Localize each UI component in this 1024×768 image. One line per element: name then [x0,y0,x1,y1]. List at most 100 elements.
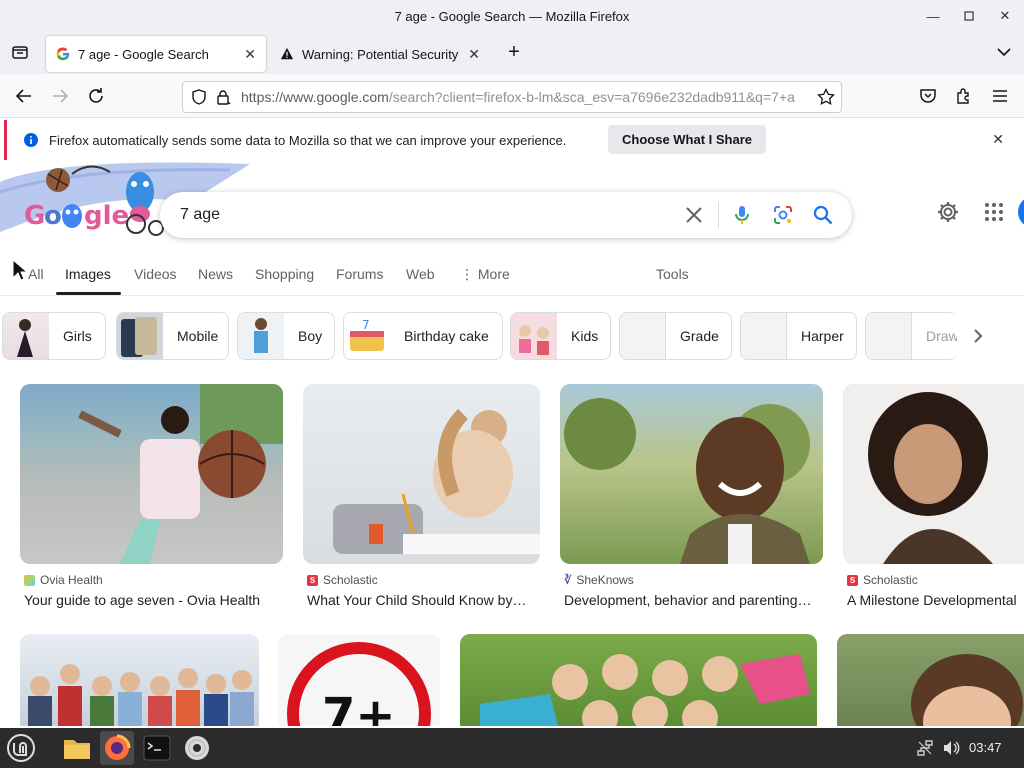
gtab-videos[interactable]: Videos [134,266,177,290]
chip-thumbnail [866,313,912,359]
image-result-card[interactable] [20,634,260,726]
url-bar[interactable]: https://www.google.com/search?client=fir… [182,81,842,113]
gtab-more[interactable]: ⋮ More [460,266,510,290]
result-source-label: Ovia Health [40,573,103,587]
extensions-icon[interactable] [952,84,976,108]
result-image[interactable]: 7+ [278,634,440,726]
chip-label: Grade [680,328,719,344]
bookmark-star-icon[interactable] [817,88,835,106]
chip-label: Girls [63,328,92,344]
chip-thumbnail [117,313,163,359]
gtab-news[interactable]: News [198,266,233,290]
image-result-card[interactable]: 7+ [278,634,440,726]
close-window-icon[interactable]: ✕ [994,5,1016,27]
mint-menu-icon[interactable] [4,731,38,765]
chip-boy[interactable]: Boy [237,312,335,360]
tab-google-search[interactable]: 7 age - Google Search ✕ [46,36,266,72]
terminal-icon[interactable] [140,731,174,765]
gtab-all[interactable]: All [28,266,44,290]
result-caption[interactable]: What Your Child Should Know by… [307,592,537,608]
tab-label: Warning: Potential Security [302,46,459,62]
voice-search-icon[interactable] [732,204,752,226]
search-box[interactable]: 7 age [160,192,852,238]
result-caption[interactable]: A Milestone Developmental [847,592,1024,608]
forward-icon[interactable] [48,84,72,108]
list-all-tabs-icon[interactable] [992,40,1016,64]
reload-icon[interactable] [84,84,108,108]
result-caption[interactable]: Development, behavior and parenting… [564,592,822,608]
back-icon[interactable] [12,84,36,108]
svg-text:gle: gle [84,201,129,231]
result-image[interactable] [20,384,283,564]
result-image[interactable] [560,384,823,564]
url-host: https://www.google.com [241,89,389,105]
scholastic-favicon-icon: S [307,574,318,586]
firefox-taskbar-icon[interactable] [100,731,134,765]
network-icon[interactable] [916,739,934,757]
chip-girls[interactable]: Girls [2,312,106,360]
google-favicon-icon [56,47,70,61]
minimize-icon[interactable]: — [922,5,944,27]
pocket-icon[interactable] [916,84,940,108]
firefox-view-icon[interactable] [8,40,32,64]
chip-birthday-cake[interactable]: 7 Birthday cake [343,312,503,360]
google-apps-icon[interactable] [984,202,1004,222]
clear-search-icon[interactable] [684,205,704,225]
result-image[interactable] [20,634,259,726]
chip-harper[interactable]: Harper [740,312,857,360]
close-tab-icon[interactable]: ✕ [468,46,480,63]
chip-draw[interactable]: Draw [865,312,957,360]
result-image[interactable] [843,384,1024,564]
sheknows-favicon-icon: ∛ [564,574,572,587]
image-result-card[interactable]: S Scholastic What Your Child Should Know … [303,384,541,614]
ovia-favicon-icon [24,574,35,586]
image-result-card[interactable]: S Scholastic A Milestone Developmental [843,384,1024,614]
result-image[interactable] [460,634,817,726]
volume-icon[interactable] [942,739,960,757]
search-submit-icon[interactable] [812,204,834,226]
svg-text:o: o [44,201,62,231]
chip-kids[interactable]: Kids [510,312,611,360]
disc-icon[interactable] [180,731,214,765]
clock[interactable]: 03:47 [969,740,1002,755]
menu-icon[interactable] [988,84,1012,108]
maximize-icon[interactable] [958,5,980,27]
close-notification-icon[interactable]: ✕ [992,131,1004,148]
result-image[interactable] [837,634,1024,726]
tracking-protection-icon[interactable] [191,89,207,105]
gtab-images[interactable]: Images [65,266,111,290]
choose-what-i-share-button[interactable]: Choose What I Share [608,125,767,154]
lock-icon[interactable] [215,89,231,105]
result-image[interactable] [303,384,540,564]
chip-label: Harper [801,328,844,344]
image-result-card[interactable] [837,634,1024,726]
warning-icon [280,47,294,61]
svg-text:G: G [24,201,45,231]
tab-label: 7 age - Google Search [78,46,209,62]
chip-label: Draw [926,328,957,344]
image-result-card[interactable]: ∛ SheKnows Development, behavior and pare… [560,384,824,614]
image-result-card[interactable] [460,634,818,726]
account-avatar[interactable] [1018,196,1024,228]
url-path: /search?client=firefox-b-lm&sca_esv=a769… [388,89,795,105]
gtab-forums[interactable]: Forums [336,266,383,290]
settings-gear-icon[interactable] [936,200,960,224]
image-result-card[interactable]: Ovia Health Your guide to age seven - Ov… [20,384,284,614]
new-tab-button[interactable]: + [502,40,526,64]
close-tab-icon[interactable]: ✕ [244,46,256,63]
chip-mobile[interactable]: Mobile [116,312,229,360]
chip-grade[interactable]: Grade [619,312,732,360]
chips-scroll-right-icon[interactable] [968,326,988,346]
result-source-label: Scholastic [863,573,918,587]
chip-label: Boy [298,328,323,344]
gtab-shopping[interactable]: Shopping [255,266,314,290]
result-caption[interactable]: Your guide to age seven - Ovia Health [24,592,282,608]
navigation-toolbar: https://www.google.com/search?client=fir… [0,74,1024,118]
search-query-text[interactable]: 7 age [180,206,220,224]
gtab-tools[interactable]: Tools [656,266,689,290]
chip-label: Mobile [177,328,219,344]
lens-search-icon[interactable] [772,204,794,226]
gtab-web[interactable]: Web [406,266,435,290]
files-folder-icon[interactable] [60,731,94,765]
tab-security-warning[interactable]: Warning: Potential Security ✕ [270,36,490,72]
